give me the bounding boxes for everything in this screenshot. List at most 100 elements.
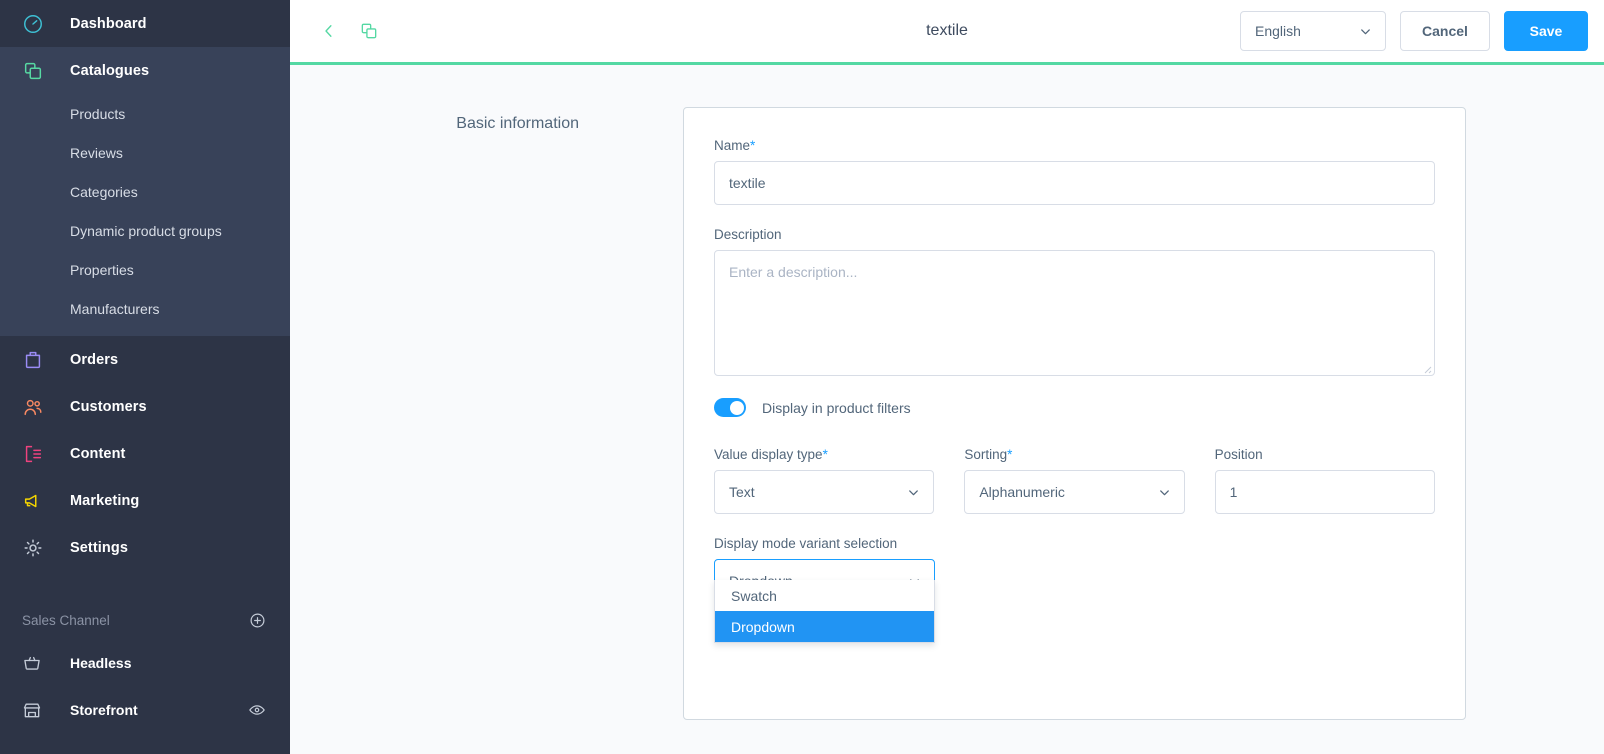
plus-circle-icon[interactable]: [249, 612, 266, 629]
position-label: Position: [1214, 447, 1263, 462]
sidebar: Dashboard Catalogues Products Reviews Ca…: [0, 0, 290, 754]
name-input-value: textile: [729, 175, 766, 191]
sidebar-item-settings[interactable]: Settings: [0, 524, 290, 571]
sidebar-item-label: Content: [70, 445, 126, 462]
description-placeholder: Enter a description...: [729, 264, 858, 280]
language-select-value: English: [1255, 23, 1301, 39]
marketing-icon: [22, 489, 52, 513]
sidebar-subitem-label: Products: [70, 105, 126, 122]
sales-channel-item-label: Storefront: [70, 701, 138, 718]
save-button[interactable]: Save: [1504, 11, 1588, 51]
topbar: textile English Cancel Save: [290, 0, 1604, 65]
value-display-type-value: Text: [729, 484, 755, 500]
display-mode-variant-options-list: Swatch Dropdown: [714, 580, 935, 643]
cancel-button[interactable]: Cancel: [1400, 11, 1490, 51]
display-mode-variant-group: Display mode variant selection Dropdown …: [714, 536, 935, 643]
duplicate-icon[interactable]: [356, 18, 382, 44]
position-input-value: 1: [1229, 484, 1238, 500]
sidebar-item-label: Dashboard: [70, 15, 147, 32]
storefront-icon: [22, 700, 52, 720]
sidebar-item-categories[interactable]: Categories: [0, 172, 290, 211]
sidebar-item-products[interactable]: Products: [0, 94, 290, 133]
basic-information-section: Basic information Name* textile Descript…: [290, 107, 1604, 720]
position-group: Position 1: [1214, 447, 1435, 514]
main-area: textile English Cancel Save Basic inform…: [290, 0, 1604, 754]
sidebar-item-properties[interactable]: Properties: [0, 250, 290, 289]
toggle-knob: [729, 400, 744, 415]
required-marker: *: [750, 138, 756, 153]
name-label-text: Name: [714, 138, 751, 153]
sidebar-subitem-label: Properties: [70, 261, 134, 278]
basic-information-card: Name* textile Description Enter a descri…: [683, 107, 1466, 720]
sidebar-subitem-label: Manufacturers: [70, 300, 160, 317]
sales-channel-item-storefront[interactable]: Storefront: [0, 686, 290, 733]
name-field-label: Name*: [714, 138, 1435, 153]
customers-icon: [22, 395, 52, 419]
language-select[interactable]: English: [1240, 11, 1386, 51]
sidebar-item-label: Marketing: [70, 492, 140, 509]
dashboard-icon: [22, 12, 52, 36]
display-in-product-filters-toggle[interactable]: [714, 398, 746, 417]
eye-icon[interactable]: [248, 701, 266, 719]
sidebar-item-label: Customers: [70, 398, 147, 415]
display-mode-variant-label: Display mode variant selection: [714, 536, 898, 551]
sidebar-item-label: Settings: [70, 539, 128, 556]
sorting-label: Sorting*: [964, 447, 1184, 462]
value-display-type-group: Value display type* Text: [714, 447, 935, 514]
resize-grip-icon[interactable]: [1420, 361, 1432, 374]
option-swatch[interactable]: Swatch: [715, 580, 934, 611]
sales-channel-item-label: Headless: [70, 654, 132, 671]
value-display-type-label: Value display type*: [714, 447, 934, 462]
chevron-down-icon: [1157, 485, 1172, 500]
sidebar-item-customers[interactable]: Customers: [0, 383, 290, 430]
position-input[interactable]: 1: [1214, 470, 1435, 514]
sidebar-subitem-label: Categories: [70, 183, 138, 200]
sorting-label-text: Sorting: [964, 447, 1008, 462]
required-marker: *: [1007, 447, 1013, 462]
topbar-right-actions: English Cancel Save: [1240, 11, 1588, 51]
value-display-type-select[interactable]: Text: [714, 470, 935, 514]
sidebar-item-label: Orders: [70, 351, 119, 368]
description-field-group: Description Enter a description...: [714, 227, 1435, 376]
sidebar-item-dashboard[interactable]: Dashboard: [0, 0, 290, 47]
name-field-group: Name* textile: [714, 138, 1435, 205]
sidebar-group-catalogues: Catalogues Products Reviews Categories D…: [0, 47, 290, 336]
sales-channel-header: Sales Channel: [0, 601, 290, 639]
description-textarea[interactable]: Enter a description...: [714, 250, 1435, 376]
settings-gear-icon: [22, 536, 52, 560]
admin-app: Dashboard Catalogues Products Reviews Ca…: [0, 0, 1604, 754]
description-field-label: Description: [714, 227, 782, 242]
sidebar-item-catalogues[interactable]: Catalogues: [0, 47, 290, 94]
chevron-down-icon: [906, 485, 921, 500]
sales-channel-heading: Sales Channel: [22, 612, 110, 628]
sidebar-item-dynamic-product-groups[interactable]: Dynamic product groups: [0, 211, 290, 250]
filter-settings-row: Value display type* Text Sorting* Alphan…: [714, 447, 1435, 514]
display-in-product-filters-label: Display in product filters: [762, 399, 911, 416]
content-area: Basic information Name* textile Descript…: [290, 65, 1604, 751]
required-marker: *: [822, 447, 828, 462]
sidebar-item-marketing[interactable]: Marketing: [0, 477, 290, 524]
sidebar-item-manufacturers[interactable]: Manufacturers: [0, 289, 290, 328]
sidebar-item-reviews[interactable]: Reviews: [0, 133, 290, 172]
chevron-down-icon: [1358, 24, 1373, 39]
sorting-select[interactable]: Alphanumeric: [964, 470, 1185, 514]
sidebar-item-content[interactable]: Content: [0, 430, 290, 477]
sales-channel-item-headless[interactable]: Headless: [0, 639, 290, 686]
sidebar-item-label: Catalogues: [70, 62, 150, 79]
sidebar-item-orders[interactable]: Orders: [0, 336, 290, 383]
chevron-left-icon[interactable]: [316, 18, 342, 44]
option-dropdown[interactable]: Dropdown: [715, 611, 934, 642]
sidebar-subitem-label: Dynamic product groups: [70, 222, 222, 239]
section-title: Basic information: [456, 115, 579, 132]
sorting-group: Sorting* Alphanumeric: [964, 447, 1185, 514]
content-icon: [22, 442, 52, 466]
display-in-product-filters-row: Display in product filters: [714, 398, 1435, 417]
topbar-left-actions: [304, 18, 382, 44]
name-input[interactable]: textile: [714, 161, 1435, 205]
sidebar-subitem-label: Reviews: [70, 144, 123, 161]
sorting-value: Alphanumeric: [979, 484, 1065, 500]
catalogues-icon: [22, 59, 52, 83]
basket-icon: [22, 653, 52, 673]
value-display-type-label-text: Value display type: [714, 447, 823, 462]
